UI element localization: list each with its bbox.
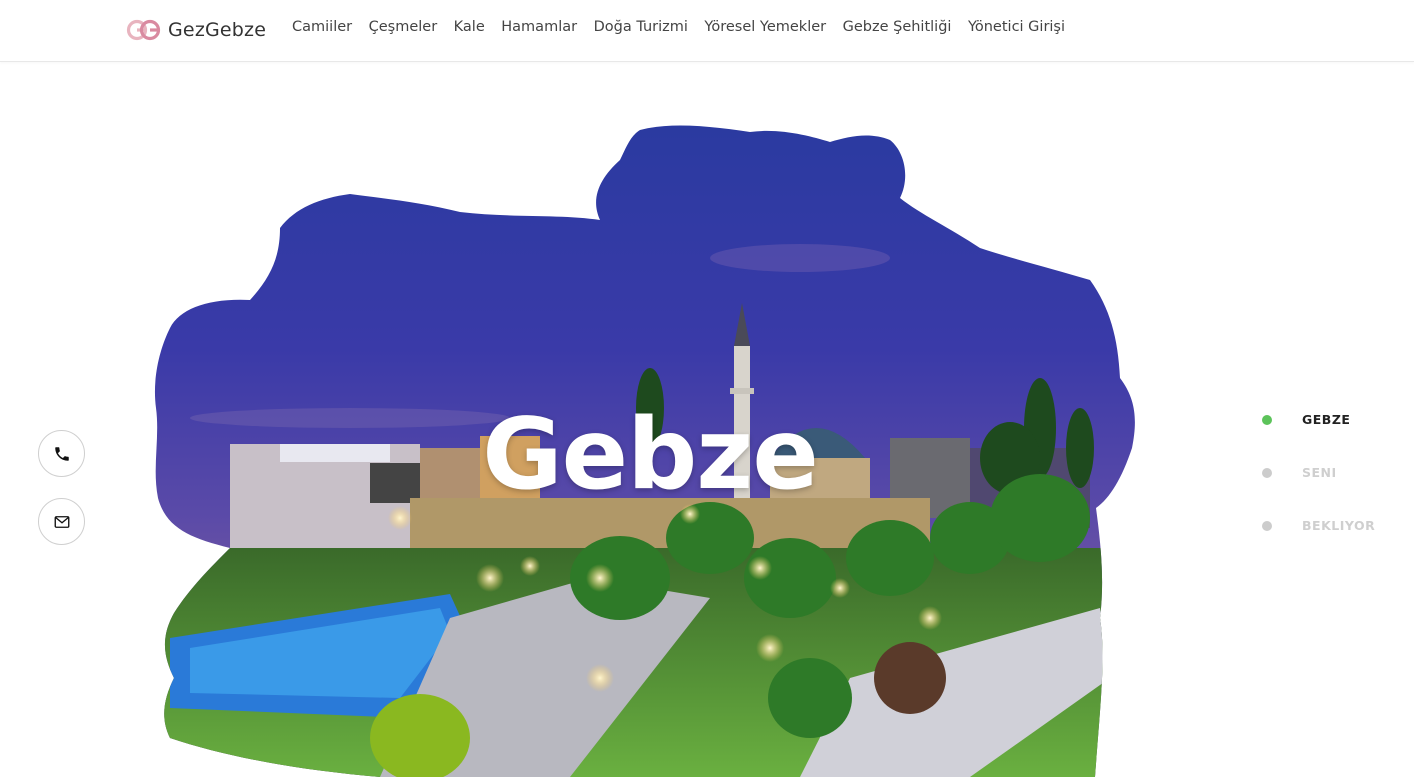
hero-title: Gebze xyxy=(482,398,819,512)
slide-navigation: GEBZE SENI BEKLIYOR xyxy=(1262,411,1375,570)
slide-dot xyxy=(1262,467,1272,478)
slide-dot-active xyxy=(1262,414,1272,425)
phone-button[interactable] xyxy=(38,430,85,477)
nav-link-hamamlar[interactable]: Hamamlar xyxy=(501,19,577,35)
navbar: GezGebze Camiiler Çeşmeler Kale Hamamlar… xyxy=(0,0,1414,62)
slide-item-bekliyor[interactable]: BEKLIYOR xyxy=(1262,517,1375,534)
brand-logo-icon xyxy=(126,19,161,41)
slide-label: BEKLIYOR xyxy=(1302,518,1376,533)
nav-link-cesmeler[interactable]: Çeşmeler xyxy=(369,19,438,35)
nav-link-yonetici-girisi[interactable]: Yönetici Girişi xyxy=(968,19,1065,35)
nav-link-yoresel-yemekler[interactable]: Yöresel Yemekler xyxy=(704,19,826,35)
slide-item-seni[interactable]: SENI xyxy=(1262,464,1375,481)
slide-label: SENI xyxy=(1302,465,1337,480)
slide-dot xyxy=(1262,520,1272,531)
slide-item-gebze[interactable]: GEBZE xyxy=(1262,411,1375,428)
brand[interactable]: GezGebze xyxy=(126,15,266,45)
nav-menu: Camiiler Çeşmeler Kale Hamamlar Doğa Tur… xyxy=(292,19,1082,35)
nav-link-gebze-sehitligi[interactable]: Gebze Şehitliği xyxy=(843,19,952,35)
brand-name: GezGebze xyxy=(168,19,267,41)
mail-button[interactable] xyxy=(38,498,85,545)
slide-label: GEBZE xyxy=(1302,412,1351,427)
phone-icon xyxy=(54,446,69,461)
nav-link-camiiler[interactable]: Camiiler xyxy=(292,19,352,35)
mail-icon xyxy=(54,515,69,528)
nav-link-kale[interactable]: Kale xyxy=(454,19,485,35)
nav-link-doga-turizmi[interactable]: Doğa Turizmi xyxy=(594,19,688,35)
